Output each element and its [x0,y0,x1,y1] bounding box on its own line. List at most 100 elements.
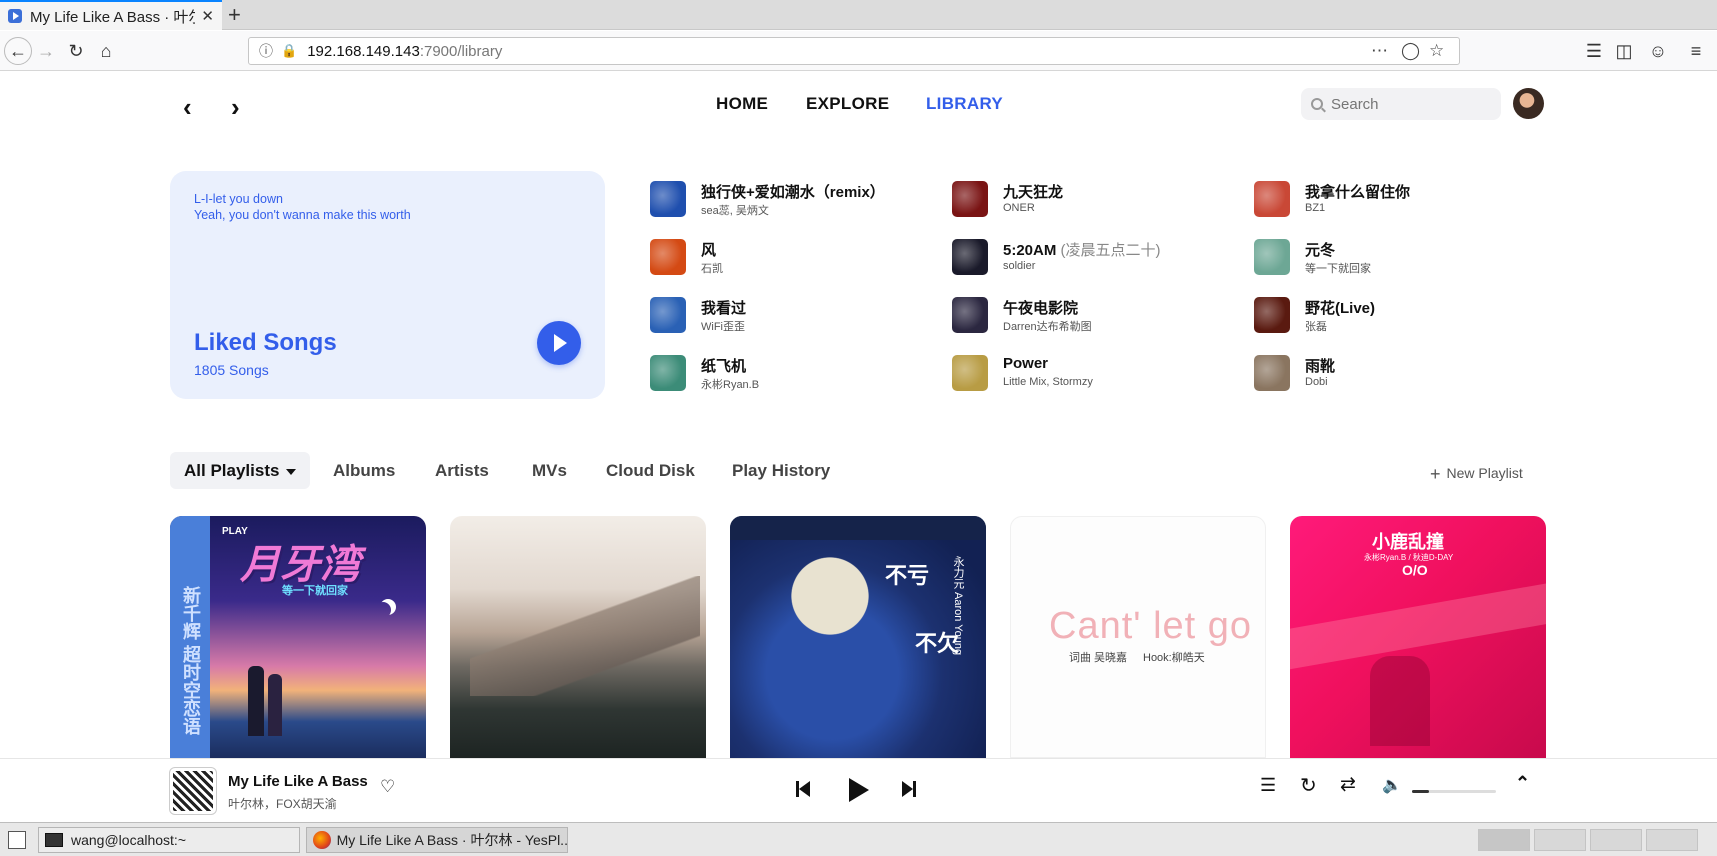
shuffle-icon[interactable]: ⇄ [1340,773,1356,796]
insecure-icon: 🔒 [281,43,298,58]
tab-label: All Playlists [184,461,280,480]
forward-icon[interactable]: → [34,39,58,63]
song-item[interactable]: 5:20AM (凌晨五点二十) soldier [952,236,1242,276]
cover-credit: Hook:柳皓天 [1143,652,1205,664]
cover-top-band [730,516,986,540]
nav-library[interactable]: LIBRARY [926,94,1003,114]
song-title: 午夜电影院 [1003,300,1079,317]
taskbar-terminal[interactable]: wang@localhost:~ [38,827,300,853]
avatar[interactable] [1513,88,1544,119]
song-cover [650,297,686,333]
play-icon[interactable] [846,777,870,803]
song-artist: BZ1 [1305,202,1326,214]
sidebar-icon[interactable]: ◫ [1612,39,1636,63]
song-artist: Darren达布希勒图 [1003,321,1092,333]
song-title: 独行侠+爱如潮水（remix） [701,184,885,201]
song-cover [952,181,988,217]
song-cover [952,355,988,391]
song-item[interactable]: 野花(Live) 张磊 [1254,294,1544,334]
song-item[interactable]: 午夜电影院 Darren达布希勒图 [952,294,1242,334]
chevron-up-icon[interactable]: ⌃ [1515,773,1530,794]
library-icon[interactable]: ☰ [1582,39,1606,63]
repeat-icon[interactable]: ↻ [1300,773,1317,798]
song-item[interactable]: 风石凯 [650,236,940,276]
workspace-1[interactable] [1478,829,1530,851]
figure-silhouette [248,666,264,736]
nav-home[interactable]: HOME [716,94,768,114]
figure-silhouette [268,674,282,736]
song-title: 风 [701,242,717,259]
home-icon[interactable]: ⌂ [94,39,118,63]
volume-slider[interactable] [1412,790,1496,793]
browser-tab[interactable]: My Life Like A Bass · 叶尔 ✕ [0,0,222,30]
song-item[interactable]: 纸飞机 永彬Ryan.B [650,352,940,392]
new-tab-button[interactable]: + [228,2,241,28]
tab-cloud-disk[interactable]: Cloud Disk [592,452,709,489]
taskbar-browser[interactable]: My Life Like A Bass · 叶尔林 - YesPl... [306,827,568,853]
more-icon[interactable]: ⋯ [1371,41,1388,61]
liked-songs-card[interactable]: L-I-let you down Yeah, you don't wanna m… [170,171,605,399]
caret-down-icon [286,468,297,475]
nav-back-icon[interactable]: ‹ [183,92,192,123]
song-title: 九天狂龙 [1003,184,1064,201]
browser-toolbar: ← → ↻ ⌂ ⓘ 🔒 192.168.149.143:7900/library… [0,31,1717,71]
volume-level [1412,790,1429,793]
show-desktop-icon[interactable] [8,831,26,849]
cup-shape [753,519,907,673]
song-item[interactable]: 雨靴 Dobi [1254,352,1544,392]
song-item[interactable]: 我拿什么留住你 BZ1 [1254,178,1544,218]
search-input[interactable] [1331,95,1481,113]
lyric-line: L-I-let you down [194,192,283,206]
song-title: 元冬 [1305,242,1336,259]
firefox-icon [313,831,331,849]
like-heart-icon[interactable]: ♡ [380,777,395,797]
song-item[interactable]: 九天狂龙 ONER [952,178,1242,218]
nav-forward-icon[interactable]: › [231,92,240,123]
reload-icon[interactable]: ↻ [64,39,88,63]
song-title: 雨靴 [1305,358,1336,375]
previous-track-icon[interactable] [796,779,812,799]
workspace-3[interactable] [1590,829,1642,851]
tab-artists[interactable]: Artists [421,452,503,489]
tab-play-history[interactable]: Play History [718,452,844,489]
now-playing-artist[interactable]: 叶尔林，FOX胡天渝 [228,795,337,812]
song-item[interactable]: Power Little Mix, Stormzy [952,352,1242,392]
new-playlist-button[interactable]: + New Playlist [1430,464,1523,485]
song-item[interactable]: 元冬 等一下就回家 [1254,236,1544,276]
playlist-queue-icon[interactable]: ☰ [1260,775,1276,796]
play-liked-button[interactable] [537,321,581,365]
workspace-4[interactable] [1646,829,1698,851]
song-cover [650,239,686,275]
address-bar[interactable]: ⓘ 🔒 192.168.149.143:7900/library ⋯ ◯ ☆ [248,37,1460,65]
nav-explore[interactable]: EXPLORE [806,94,889,114]
cover-title: 小鹿乱撞 [1372,532,1444,552]
playlist-cover[interactable]: 新千辉 超时空恋语 PLAY 月牙湾 等一下就回家 [170,516,426,758]
cover-subtitle: 等一下就回家 [282,585,348,597]
account-icon[interactable]: ☺ [1646,39,1670,63]
search-box[interactable] [1301,88,1501,120]
tab-all-playlists[interactable]: All Playlists [170,452,311,489]
back-icon[interactable]: ← [4,37,32,65]
cover-logo: O/O [1402,562,1428,578]
playlist-cover[interactable]: Cant' let go 词曲 吴晓嘉 Hook:柳皓天 [1010,516,1266,758]
info-icon[interactable]: ⓘ [259,41,273,61]
tab-mvs[interactable]: MVs [518,452,581,489]
song-artist: ONER [1003,202,1035,214]
now-playing-cover[interactable] [170,768,216,814]
playlist-cover[interactable]: 小鹿乱撞 永彬Ryan.B / 秋迪D-DAY O/O [1290,516,1546,758]
menu-icon[interactable]: ≡ [1684,39,1708,63]
cover-artist: 永力元 Aaron Young [952,556,964,656]
tab-close-icon[interactable]: ✕ [201,7,214,25]
bookmark-star-icon[interactable]: ☆ [1429,41,1444,61]
now-playing-title[interactable]: My Life Like A Bass [228,773,368,790]
tab-albums[interactable]: Albums [319,452,409,489]
workspace-2[interactable] [1534,829,1586,851]
song-artist: WiFi歪歪 [701,321,745,333]
playlist-cover[interactable]: 不亏 不欠 永力元 Aaron Young [730,516,986,758]
next-track-icon[interactable] [902,779,918,799]
pocket-icon[interactable]: ◯ [1401,41,1420,61]
volume-icon[interactable]: 🔈 [1382,775,1402,795]
playlist-cover[interactable] [450,516,706,758]
song-item[interactable]: 我看过 WiFi歪歪 [650,294,940,334]
song-item[interactable]: 独行侠+爱如潮水（remix） sea蕊, 吴炳文 [650,178,940,218]
